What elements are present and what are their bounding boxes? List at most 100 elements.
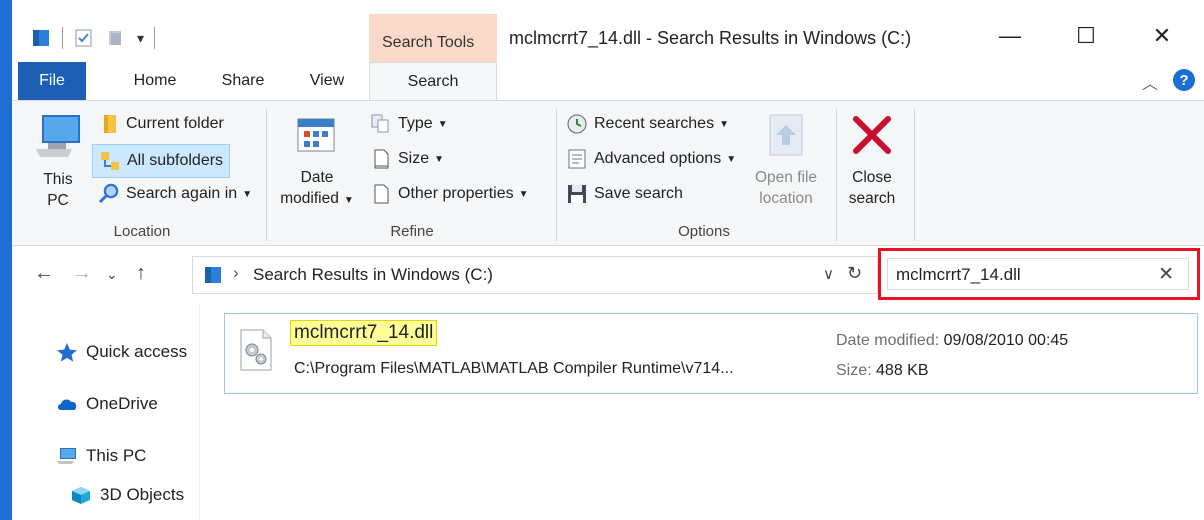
tab-view[interactable]: View <box>292 62 362 100</box>
group-separator <box>556 109 557 241</box>
qat-separator <box>62 27 63 49</box>
search-box-highlight: mclmcrrt7_14.dll ✕ <box>878 248 1200 300</box>
result-size: Size: 488 KB <box>836 362 929 380</box>
address-bar[interactable]: › Search Results in Windows (C:) ∨ ↻ <box>192 256 878 294</box>
qat-separator <box>154 27 156 49</box>
folder-icon <box>104 115 116 133</box>
result-file-name[interactable]: mclmcrrt7_14.dll <box>290 320 438 346</box>
advanced-options-button[interactable]: Advanced options ▼ <box>566 148 736 170</box>
all-subfolders-label: All subfolders <box>127 152 224 169</box>
open-file-location-icon <box>769 114 803 156</box>
search-again-in-label: Search again in <box>126 185 238 202</box>
nav-item-onedrive[interactable]: OneDrive <box>56 394 158 414</box>
tab-file[interactable]: File <box>18 62 86 100</box>
group-separator <box>914 109 915 241</box>
other-properties-button[interactable]: Other properties ▼ <box>370 183 529 205</box>
this-pc-button[interactable]: This PC <box>28 111 88 211</box>
search-result-item[interactable]: mclmcrrt7_14.dll C:\Program Files\MATLAB… <box>224 313 1198 394</box>
size-icon <box>374 149 389 169</box>
chevron-down-icon: ▼ <box>719 118 729 130</box>
recent-locations-chevron-icon[interactable]: ⌄ <box>106 266 118 283</box>
chevron-down-icon: ▼ <box>343 195 354 206</box>
3d-objects-icon <box>72 487 90 504</box>
cloud-icon <box>58 399 77 410</box>
date-modified-label: Date modified: <box>836 332 940 349</box>
properties-icon[interactable] <box>73 27 95 49</box>
back-arrow-icon[interactable]: ← <box>34 262 54 285</box>
customize-qat-icon[interactable]: ▾ <box>137 30 144 47</box>
search-input[interactable]: mclmcrrt7_14.dll ✕ <box>887 258 1189 290</box>
date-modified-button[interactable]: Date modified ▼ <box>274 111 360 211</box>
search-tools-label: Search Tools <box>382 34 475 51</box>
recent-searches-button[interactable]: Recent searches ▼ <box>566 113 729 135</box>
ribbon-collapse-icon[interactable]: ︿ <box>1142 70 1158 94</box>
close-search-icon <box>853 116 891 154</box>
this-pc-icon <box>36 115 80 157</box>
advanced-options-icon <box>568 149 586 169</box>
calendar-icon <box>297 118 335 152</box>
group-separator <box>836 109 837 241</box>
search-query: mclmcrrt7_14.dll <box>896 265 1021 284</box>
other-properties-label: Other properties <box>398 185 514 202</box>
maximize-button[interactable]: ☐ <box>1058 16 1114 56</box>
subfolders-icon <box>101 152 119 170</box>
search-again-in-button[interactable]: Search again in ▼ <box>98 183 252 205</box>
current-folder-label: Current folder <box>126 115 224 132</box>
close-button[interactable]: ✕ <box>1134 16 1190 56</box>
title-bar: ▾ Search Tools mclmcrrt7_14.dll - Search… <box>12 0 1204 62</box>
breadcrumb-separator-icon[interactable]: › <box>233 263 239 283</box>
clear-search-icon[interactable]: ✕ <box>1158 263 1174 286</box>
all-subfolders-button[interactable]: All subfolders <box>92 144 231 178</box>
ribbon-search: This PC Current folder All subfolders Se… <box>12 100 1204 246</box>
dll-file-icon <box>240 329 272 371</box>
forward-arrow-icon[interactable]: → <box>72 262 92 285</box>
type-button[interactable]: Type ▼ <box>370 113 448 135</box>
tab-share[interactable]: Share <box>208 62 278 100</box>
refresh-icon[interactable]: ↻ <box>847 263 862 284</box>
nav-item-3d-objects[interactable]: 3D Objects <box>70 485 184 505</box>
navigation-pane: Quick access OneDrive This PC 3D Objects <box>12 304 200 520</box>
explorer-app-icon[interactable] <box>30 27 52 49</box>
chevron-down-icon: ▼ <box>242 188 253 200</box>
save-search-button[interactable]: Save search <box>566 183 683 205</box>
save-search-label: Save search <box>594 185 683 202</box>
navigation-bar: ← → ⌄ ↑ › Search Results in Windows (C:)… <box>12 246 1204 304</box>
result-date-modified: Date modified: 09/08/2010 00:45 <box>836 332 1068 350</box>
quick-access-toolbar: ▾ <box>30 20 156 56</box>
type-label: Type <box>398 115 433 132</box>
nav-label: 3D Objects <box>100 485 185 504</box>
current-folder-button[interactable]: Current folder <box>98 113 224 135</box>
up-arrow-icon[interactable]: ↑ <box>136 262 146 285</box>
address-dropdown-icon[interactable]: ∨ <box>823 265 834 283</box>
help-icon[interactable]: ? <box>1172 68 1196 92</box>
nav-item-quick-access[interactable]: Quick access <box>56 342 187 362</box>
close-search-button[interactable]: Close search <box>842 111 902 211</box>
new-folder-icon[interactable] <box>105 27 127 49</box>
svg-text:?: ? <box>1179 72 1188 89</box>
this-pc-label-1: This <box>43 171 73 188</box>
open-file-location-button[interactable]: Open file location <box>746 111 826 211</box>
tab-search[interactable]: Search <box>369 62 497 101</box>
open-file-location-label-2: location <box>759 190 813 207</box>
advanced-options-label: Advanced options <box>594 150 722 167</box>
desktop-edge <box>0 0 12 520</box>
nav-label: Quick access <box>86 342 188 361</box>
close-search-label-2: search <box>848 190 896 207</box>
search-results-icon <box>205 267 221 283</box>
nav-item-this-pc[interactable]: This PC <box>56 446 146 466</box>
address-path[interactable]: Search Results in Windows (C:) <box>253 265 493 285</box>
group-label-location: Location <box>113 223 171 240</box>
minimize-button[interactable]: — <box>982 16 1038 56</box>
recent-searches-icon <box>567 114 587 134</box>
date-modified-label-1: Date <box>300 169 334 186</box>
open-file-location-label-1: Open file <box>754 169 818 186</box>
other-properties-icon <box>374 184 389 204</box>
group-label-options: Options <box>678 223 730 240</box>
size-value: 488 KB <box>876 362 929 379</box>
group-separator <box>266 109 267 241</box>
chevron-down-icon: ▼ <box>437 118 448 130</box>
size-button[interactable]: Size ▼ <box>370 148 444 170</box>
computer-icon <box>57 448 76 464</box>
recent-searches-label: Recent searches <box>594 115 715 132</box>
tab-home[interactable]: Home <box>120 62 190 100</box>
